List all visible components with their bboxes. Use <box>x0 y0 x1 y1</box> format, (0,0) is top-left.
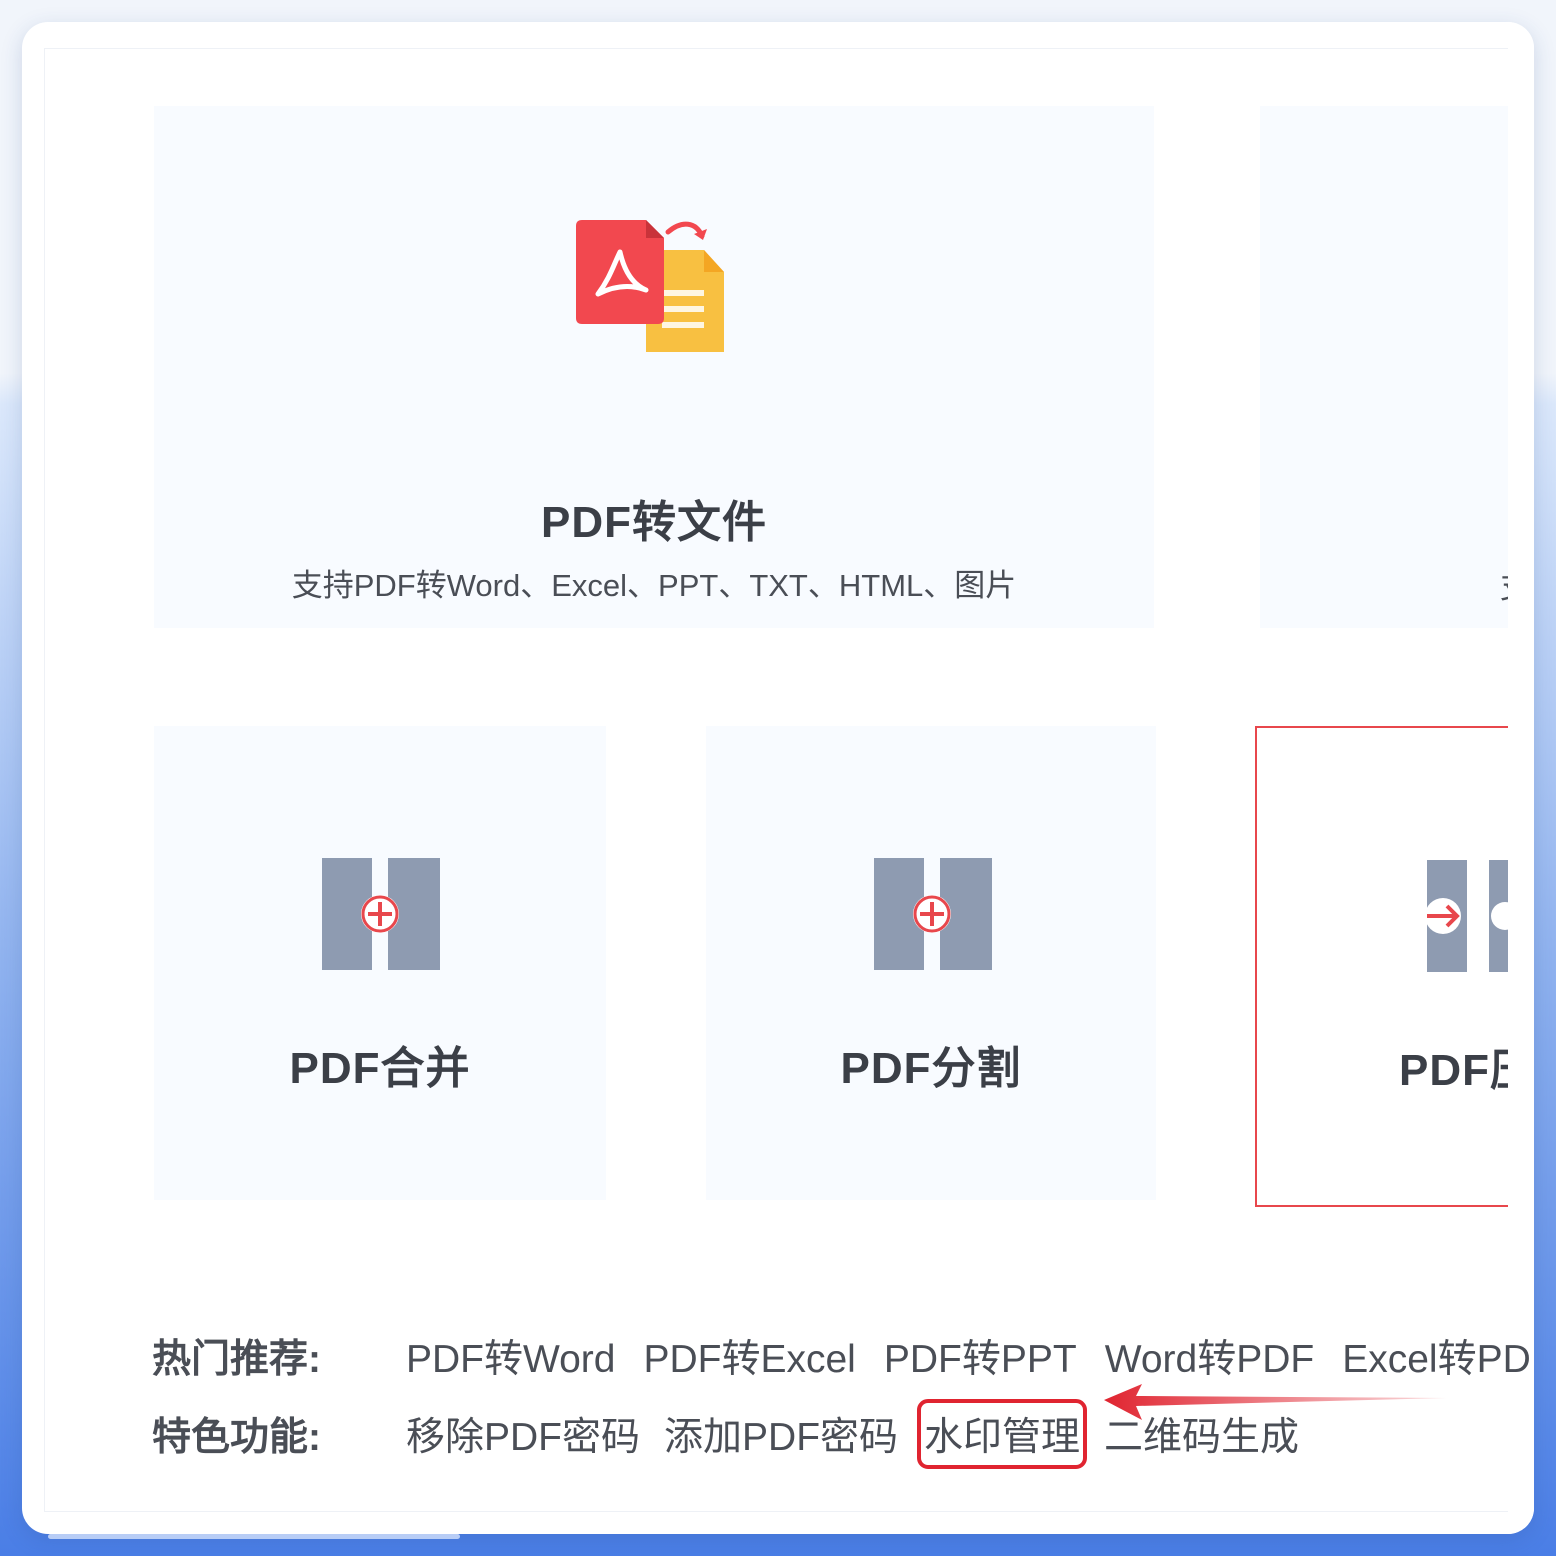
pdf-to-file-desc: 支持PDF转Word、Excel、PPT、TXT、HTML、图片 <box>291 568 1017 603</box>
pdf-merge-title: PDF合并 <box>289 1044 471 1093</box>
pdf-convert-icon <box>576 220 724 352</box>
hot-recommend-label: 热门推荐: <box>152 1338 321 1381</box>
link-pdf-to-ppt[interactable]: PDF转PPT <box>884 1328 1077 1384</box>
main-panel: PDF转文件 支持PDF转Word、Excel、PPT、TXT、HTML、图片 … <box>22 22 1534 1534</box>
link-add-pdf-password[interactable]: 添加PDF密码 <box>664 1406 898 1462</box>
pdf-merge-icon <box>322 858 440 970</box>
pdf-split-title: PDF分割 <box>840 1044 1022 1093</box>
pdf-merge-card[interactable]: PDF合并 <box>154 726 606 1200</box>
annotation-arrow-icon <box>1104 1384 1447 1420</box>
link-pdf-to-word[interactable]: PDF转Word <box>406 1328 615 1384</box>
pdf-compress-card[interactable]: PDF压 <box>1255 726 1534 1207</box>
link-pdf-to-excel[interactable]: PDF转Excel <box>643 1328 855 1384</box>
pdf-to-file-title: PDF转文件 <box>541 498 767 547</box>
link-watermark-manage[interactable]: 水印管理 <box>917 1399 1088 1469</box>
pdf-to-file-card[interactable]: PDF转文件 支持PDF转Word、Excel、PPT、TXT、HTML、图片 <box>154 106 1154 628</box>
partial-top-card[interactable]: 支 <box>1260 106 1531 628</box>
pdf-split-card[interactable]: PDF分割 <box>706 726 1156 1200</box>
horizontal-scroll-indicator[interactable] <box>48 1534 460 1539</box>
link-remove-pdf-password[interactable]: 移除PDF密码 <box>406 1406 640 1462</box>
pdf-split-icon <box>874 858 992 970</box>
feature-label: 特色功能: <box>152 1416 321 1459</box>
content-clip-edge <box>1508 22 1534 1534</box>
